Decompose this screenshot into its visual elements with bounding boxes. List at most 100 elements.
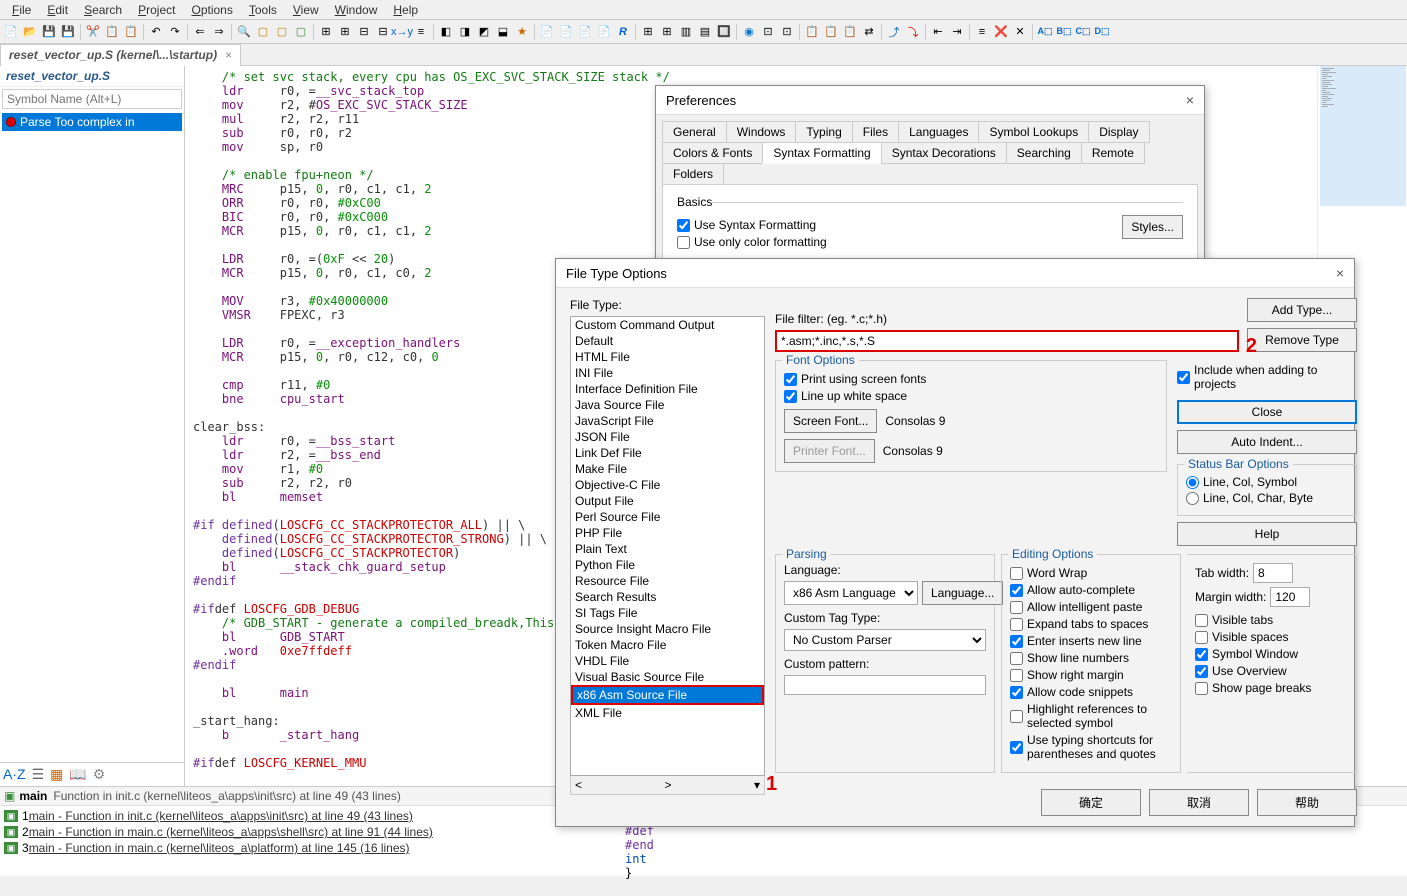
tb-icon[interactable]: 📋 <box>822 23 840 41</box>
tb-icon[interactable]: ❌ <box>992 23 1010 41</box>
file-filter-input[interactable] <box>775 330 1239 352</box>
file-type-item[interactable]: HTML File <box>571 349 764 365</box>
prefs-tab[interactable]: Syntax Decorations <box>881 142 1007 164</box>
symbol-window-checkbox[interactable] <box>1195 648 1208 661</box>
tb-icon[interactable]: 📄 <box>576 23 594 41</box>
tb-icon[interactable]: ▢ <box>273 23 291 41</box>
tb-icon[interactable]: ◩ <box>475 23 493 41</box>
prefs-tab[interactable]: Syntax Formatting <box>762 142 881 164</box>
remove-type-button[interactable]: Remove Type <box>1247 328 1357 352</box>
file-type-item[interactable]: Token Macro File <box>571 637 764 653</box>
prefs-tab[interactable]: Languages <box>898 121 979 143</box>
margin-width-input[interactable] <box>1270 587 1310 607</box>
lineup-whitespace-checkbox[interactable] <box>784 390 797 403</box>
tree-icon[interactable]: ☰ <box>32 766 45 783</box>
highlight-refs-checkbox[interactable] <box>1010 710 1023 723</box>
tb-icon[interactable]: C⬚ <box>1074 23 1092 41</box>
file-type-item[interactable]: JavaScript File <box>571 413 764 429</box>
language-select[interactable]: x86 Asm Language <box>784 581 918 605</box>
tb-icon[interactable]: ⊞ <box>639 23 657 41</box>
file-type-item[interactable]: VHDL File <box>571 653 764 669</box>
menu-view[interactable]: View <box>285 1 327 19</box>
reference-row[interactable]: ▣3 main - Function in main.c (kernel\lit… <box>4 840 1403 856</box>
status-r1-radio[interactable] <box>1186 476 1199 489</box>
tb-icon[interactable]: 📄 <box>595 23 613 41</box>
tb-icon[interactable]: ≡ <box>412 23 430 41</box>
menu-options[interactable]: Options <box>183 1 240 19</box>
page-breaks-checkbox[interactable] <box>1195 682 1208 695</box>
file-type-item[interactable]: Perl Source File <box>571 509 764 525</box>
help-button[interactable]: Help <box>1177 522 1357 546</box>
tb-icon[interactable]: ▥ <box>677 23 695 41</box>
ok-button[interactable]: 确定 <box>1041 789 1141 816</box>
file-type-item[interactable]: Default <box>571 333 764 349</box>
file-type-item[interactable]: XML File <box>571 705 764 721</box>
wordwrap-checkbox[interactable] <box>1010 567 1023 580</box>
codesnippets-checkbox[interactable] <box>1010 686 1023 699</box>
sort-az-icon[interactable]: A·Z <box>3 766 26 783</box>
tb-icon[interactable]: ⊟ <box>355 23 373 41</box>
tb-icon[interactable]: B⬚ <box>1055 23 1073 41</box>
tb-icon[interactable]: 📋 <box>841 23 859 41</box>
prefs-tab[interactable]: Remote <box>1081 142 1145 164</box>
tb-icon[interactable]: ⊡ <box>759 23 777 41</box>
file-type-item[interactable]: Link Def File <box>571 445 764 461</box>
print-screen-fonts-checkbox[interactable] <box>784 373 797 386</box>
status-r2-radio[interactable] <box>1186 492 1199 505</box>
custom-pattern-input[interactable] <box>784 675 986 695</box>
tb-open-icon[interactable]: 📂 <box>21 23 39 41</box>
tb-icon[interactable]: ⇥ <box>948 23 966 41</box>
symbol-search-input[interactable] <box>2 89 182 109</box>
file-type-item[interactable]: Make File <box>571 461 764 477</box>
tb-icon[interactable]: ⤴ <box>885 23 903 41</box>
visible-tabs-checkbox[interactable] <box>1195 614 1208 627</box>
menu-help[interactable]: Help <box>385 1 426 19</box>
tb-copy-icon[interactable]: 📋 <box>103 23 121 41</box>
intellipaste-checkbox[interactable] <box>1010 601 1023 614</box>
printer-font-button[interactable]: Printer Font... <box>784 439 875 463</box>
tb-icon[interactable]: ✕ <box>1011 23 1029 41</box>
close-button[interactable]: Close <box>1177 400 1357 424</box>
file-type-item[interactable]: Python File <box>571 557 764 573</box>
tb-icon[interactable]: ⊞ <box>317 23 335 41</box>
close-icon[interactable]: × <box>225 48 232 62</box>
file-type-item[interactable]: PHP File <box>571 525 764 541</box>
prefs-tab[interactable]: Windows <box>726 121 797 143</box>
file-type-listbox[interactable]: Custom Command OutputDefaultHTML FileINI… <box>570 316 765 776</box>
file-type-item[interactable]: INI File <box>571 365 764 381</box>
menu-search[interactable]: Search <box>76 1 130 19</box>
tb-icon[interactable]: ⇤ <box>929 23 947 41</box>
menu-project[interactable]: Project <box>130 1 183 19</box>
tb-icon[interactable]: 📄 <box>538 23 556 41</box>
file-type-item[interactable]: Resource File <box>571 573 764 589</box>
expandtabs-checkbox[interactable] <box>1010 618 1023 631</box>
file-type-item[interactable]: Source Insight Macro File <box>571 621 764 637</box>
only-color-checkbox[interactable] <box>677 236 690 249</box>
screen-font-button[interactable]: Screen Font... <box>784 409 877 433</box>
typing-shortcuts-checkbox[interactable] <box>1010 741 1023 754</box>
custom-tag-select[interactable]: No Custom Parser <box>784 629 986 651</box>
tb-icon[interactable]: ⬓ <box>494 23 512 41</box>
menu-window[interactable]: Window <box>327 1 386 19</box>
file-type-item[interactable]: JSON File <box>571 429 764 445</box>
enter-newline-checkbox[interactable] <box>1010 635 1023 648</box>
prefs-tab[interactable]: Files <box>852 121 899 143</box>
file-type-item[interactable]: Custom Command Output <box>571 317 764 333</box>
styles-button[interactable]: Styles... <box>1122 215 1183 239</box>
tb-icon[interactable]: ⊞ <box>336 23 354 41</box>
cancel-button[interactable]: 取消 <box>1149 789 1249 816</box>
tb-paste-icon[interactable]: 📋 <box>122 23 140 41</box>
menu-edit[interactable]: Edit <box>39 1 76 19</box>
prefs-tab[interactable]: Searching <box>1006 142 1082 164</box>
tb-icon[interactable]: ⤵ <box>904 23 922 41</box>
file-type-item[interactable]: Interface Definition File <box>571 381 764 397</box>
tb-icon[interactable]: x→y <box>393 23 411 41</box>
file-type-item[interactable]: Visual Basic Source File <box>571 669 764 685</box>
tb-icon[interactable]: ◨ <box>456 23 474 41</box>
tb-icon[interactable]: ⊟ <box>374 23 392 41</box>
visible-spaces-checkbox[interactable] <box>1195 631 1208 644</box>
tab-width-input[interactable] <box>1253 563 1293 583</box>
tb-icon[interactable]: ◧ <box>437 23 455 41</box>
close-icon[interactable]: × <box>1336 265 1344 281</box>
tb-icon[interactable]: ⊡ <box>778 23 796 41</box>
